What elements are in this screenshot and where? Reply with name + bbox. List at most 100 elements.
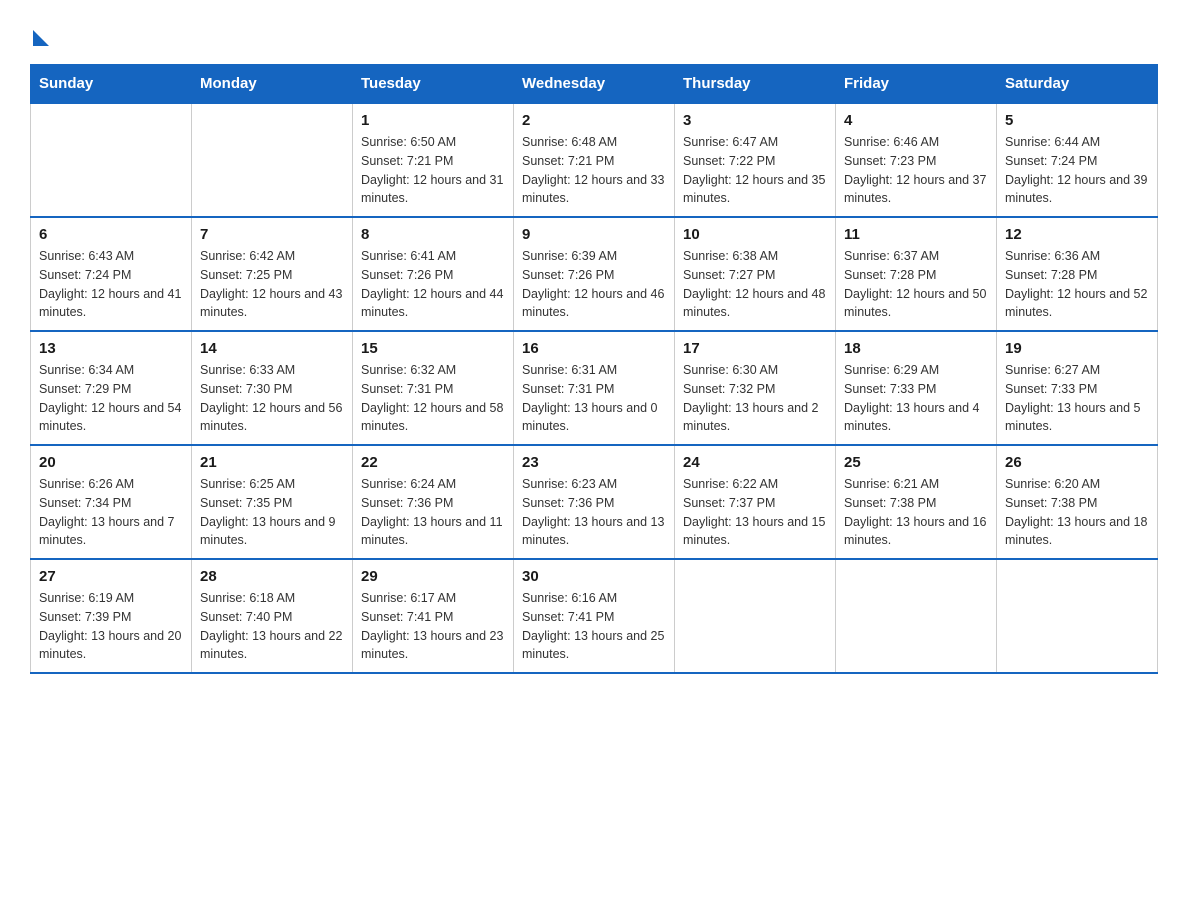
day-number: 11 [844, 226, 988, 243]
page-header [30, 20, 1158, 44]
day-number: 9 [522, 226, 666, 243]
day-number: 3 [683, 112, 827, 129]
calendar-cell: 6Sunrise: 6:43 AMSunset: 7:24 PMDaylight… [31, 217, 192, 331]
day-number: 26 [1005, 454, 1149, 471]
day-number: 15 [361, 340, 505, 357]
calendar-cell: 21 Sunrise: 6:25 AMSunset: 7:35 PMDayligh… [192, 445, 353, 559]
calendar-cell: 24 Sunrise: 6:22 AMSunset: 7:37 PMDayligh… [675, 445, 836, 559]
day-info: Sunrise: 6:22 AMSunset: 7:37 PMDaylight:… [683, 475, 827, 550]
day-number: 17 [683, 340, 827, 357]
logo-triangle-icon [33, 30, 49, 46]
day-number: 1 [361, 112, 505, 129]
day-number: 20 [39, 454, 183, 471]
weekday-header-tuesday: Tuesday [353, 65, 514, 104]
calendar-cell: 8Sunrise: 6:41 AMSunset: 7:26 PMDaylight… [353, 217, 514, 331]
day-number: 30 [522, 568, 666, 585]
day-number: 28 [200, 568, 344, 585]
day-number: 25 [844, 454, 988, 471]
day-info: Sunrise: 6:32 AMSunset: 7:31 PMDaylight:… [361, 361, 505, 436]
weekday-header-saturday: Saturday [997, 65, 1158, 104]
calendar-cell [192, 103, 353, 217]
day-info: Sunrise: 6:17 AMSunset: 7:41 PMDaylight:… [361, 589, 505, 664]
calendar-cell: 22 Sunrise: 6:24 AMSunset: 7:36 PMDayligh… [353, 445, 514, 559]
calendar-cell: 19 Sunrise: 6:27 AMSunset: 7:33 PMDayligh… [997, 331, 1158, 445]
calendar-cell: 25 Sunrise: 6:21 AMSunset: 7:38 PMDayligh… [836, 445, 997, 559]
day-info: Sunrise: 6:41 AMSunset: 7:26 PMDaylight:… [361, 247, 505, 322]
calendar-cell [31, 103, 192, 217]
day-info: Sunrise: 6:34 AMSunset: 7:29 PMDaylight:… [39, 361, 183, 436]
day-number: 24 [683, 454, 827, 471]
calendar-cell: 9 Sunrise: 6:39 AMSunset: 7:26 PMDaylight… [514, 217, 675, 331]
day-info: Sunrise: 6:27 AMSunset: 7:33 PMDaylight:… [1005, 361, 1149, 436]
day-number: 29 [361, 568, 505, 585]
calendar-cell: 12Sunrise: 6:36 AMSunset: 7:28 PMDayligh… [997, 217, 1158, 331]
day-info: Sunrise: 6:47 AMSunset: 7:22 PMDaylight:… [683, 133, 827, 208]
day-info: Sunrise: 6:39 AMSunset: 7:26 PMDaylight:… [522, 247, 666, 322]
calendar-cell: 23Sunrise: 6:23 AMSunset: 7:36 PMDayligh… [514, 445, 675, 559]
calendar-cell: 18Sunrise: 6:29 AMSunset: 7:33 PMDayligh… [836, 331, 997, 445]
day-info: Sunrise: 6:24 AMSunset: 7:36 PMDaylight:… [361, 475, 505, 550]
day-info: Sunrise: 6:25 AMSunset: 7:35 PMDaylight:… [200, 475, 344, 550]
weekday-header-monday: Monday [192, 65, 353, 104]
day-info: Sunrise: 6:48 AMSunset: 7:21 PMDaylight:… [522, 133, 666, 208]
calendar-cell: 30 Sunrise: 6:16 AMSunset: 7:41 PMDayligh… [514, 559, 675, 673]
calendar-cell: 4 Sunrise: 6:46 AMSunset: 7:23 PMDaylight… [836, 103, 997, 217]
day-info: Sunrise: 6:42 AMSunset: 7:25 PMDaylight:… [200, 247, 344, 322]
calendar-cell: 26 Sunrise: 6:20 AMSunset: 7:38 PMDayligh… [997, 445, 1158, 559]
calendar-cell: 28Sunrise: 6:18 AMSunset: 7:40 PMDayligh… [192, 559, 353, 673]
day-info: Sunrise: 6:26 AMSunset: 7:34 PMDaylight:… [39, 475, 183, 550]
day-number: 13 [39, 340, 183, 357]
calendar-cell: 16 Sunrise: 6:31 AMSunset: 7:31 PMDayligh… [514, 331, 675, 445]
calendar-week-row: 27Sunrise: 6:19 AMSunset: 7:39 PMDayligh… [31, 559, 1158, 673]
calendar-cell: 2 Sunrise: 6:48 AMSunset: 7:21 PMDaylight… [514, 103, 675, 217]
day-info: Sunrise: 6:46 AMSunset: 7:23 PMDaylight:… [844, 133, 988, 208]
calendar-cell: 5 Sunrise: 6:44 AMSunset: 7:24 PMDaylight… [997, 103, 1158, 217]
day-info: Sunrise: 6:33 AMSunset: 7:30 PMDaylight:… [200, 361, 344, 436]
day-number: 16 [522, 340, 666, 357]
day-number: 10 [683, 226, 827, 243]
day-info: Sunrise: 6:21 AMSunset: 7:38 PMDaylight:… [844, 475, 988, 550]
weekday-header-wednesday: Wednesday [514, 65, 675, 104]
day-number: 5 [1005, 112, 1149, 129]
calendar-cell: 3 Sunrise: 6:47 AMSunset: 7:22 PMDaylight… [675, 103, 836, 217]
calendar-cell: 13 Sunrise: 6:34 AMSunset: 7:29 PMDayligh… [31, 331, 192, 445]
weekday-header-sunday: Sunday [31, 65, 192, 104]
calendar-week-row: 6Sunrise: 6:43 AMSunset: 7:24 PMDaylight… [31, 217, 1158, 331]
day-number: 18 [844, 340, 988, 357]
weekday-header-friday: Friday [836, 65, 997, 104]
day-number: 2 [522, 112, 666, 129]
calendar-table: SundayMondayTuesdayWednesdayThursdayFrid… [30, 64, 1158, 674]
day-number: 6 [39, 226, 183, 243]
day-number: 19 [1005, 340, 1149, 357]
calendar-week-row: 1Sunrise: 6:50 AMSunset: 7:21 PMDaylight… [31, 103, 1158, 217]
day-number: 4 [844, 112, 988, 129]
calendar-week-row: 13 Sunrise: 6:34 AMSunset: 7:29 PMDayligh… [31, 331, 1158, 445]
calendar-cell: 14 Sunrise: 6:33 AMSunset: 7:30 PMDayligh… [192, 331, 353, 445]
calendar-cell: 7 Sunrise: 6:42 AMSunset: 7:25 PMDaylight… [192, 217, 353, 331]
day-info: Sunrise: 6:44 AMSunset: 7:24 PMDaylight:… [1005, 133, 1149, 208]
calendar-cell [836, 559, 997, 673]
calendar-cell: 29 Sunrise: 6:17 AMSunset: 7:41 PMDayligh… [353, 559, 514, 673]
weekday-header-thursday: Thursday [675, 65, 836, 104]
day-number: 22 [361, 454, 505, 471]
day-number: 21 [200, 454, 344, 471]
day-info: Sunrise: 6:36 AMSunset: 7:28 PMDaylight:… [1005, 247, 1149, 322]
day-number: 7 [200, 226, 344, 243]
calendar-cell: 20 Sunrise: 6:26 AMSunset: 7:34 PMDayligh… [31, 445, 192, 559]
calendar-header-row: SundayMondayTuesdayWednesdayThursdayFrid… [31, 65, 1158, 104]
day-info: Sunrise: 6:20 AMSunset: 7:38 PMDaylight:… [1005, 475, 1149, 550]
day-info: Sunrise: 6:38 AMSunset: 7:27 PMDaylight:… [683, 247, 827, 322]
calendar-cell [997, 559, 1158, 673]
day-number: 27 [39, 568, 183, 585]
calendar-cell: 27Sunrise: 6:19 AMSunset: 7:39 PMDayligh… [31, 559, 192, 673]
calendar-cell: 10 Sunrise: 6:38 AMSunset: 7:27 PMDayligh… [675, 217, 836, 331]
day-info: Sunrise: 6:31 AMSunset: 7:31 PMDaylight:… [522, 361, 666, 436]
day-number: 14 [200, 340, 344, 357]
calendar-cell: 17Sunrise: 6:30 AMSunset: 7:32 PMDayligh… [675, 331, 836, 445]
calendar-cell [675, 559, 836, 673]
day-info: Sunrise: 6:37 AMSunset: 7:28 PMDaylight:… [844, 247, 988, 322]
day-number: 23 [522, 454, 666, 471]
calendar-cell: 15 Sunrise: 6:32 AMSunset: 7:31 PMDayligh… [353, 331, 514, 445]
calendar-week-row: 20 Sunrise: 6:26 AMSunset: 7:34 PMDayligh… [31, 445, 1158, 559]
day-info: Sunrise: 6:16 AMSunset: 7:41 PMDaylight:… [522, 589, 666, 664]
